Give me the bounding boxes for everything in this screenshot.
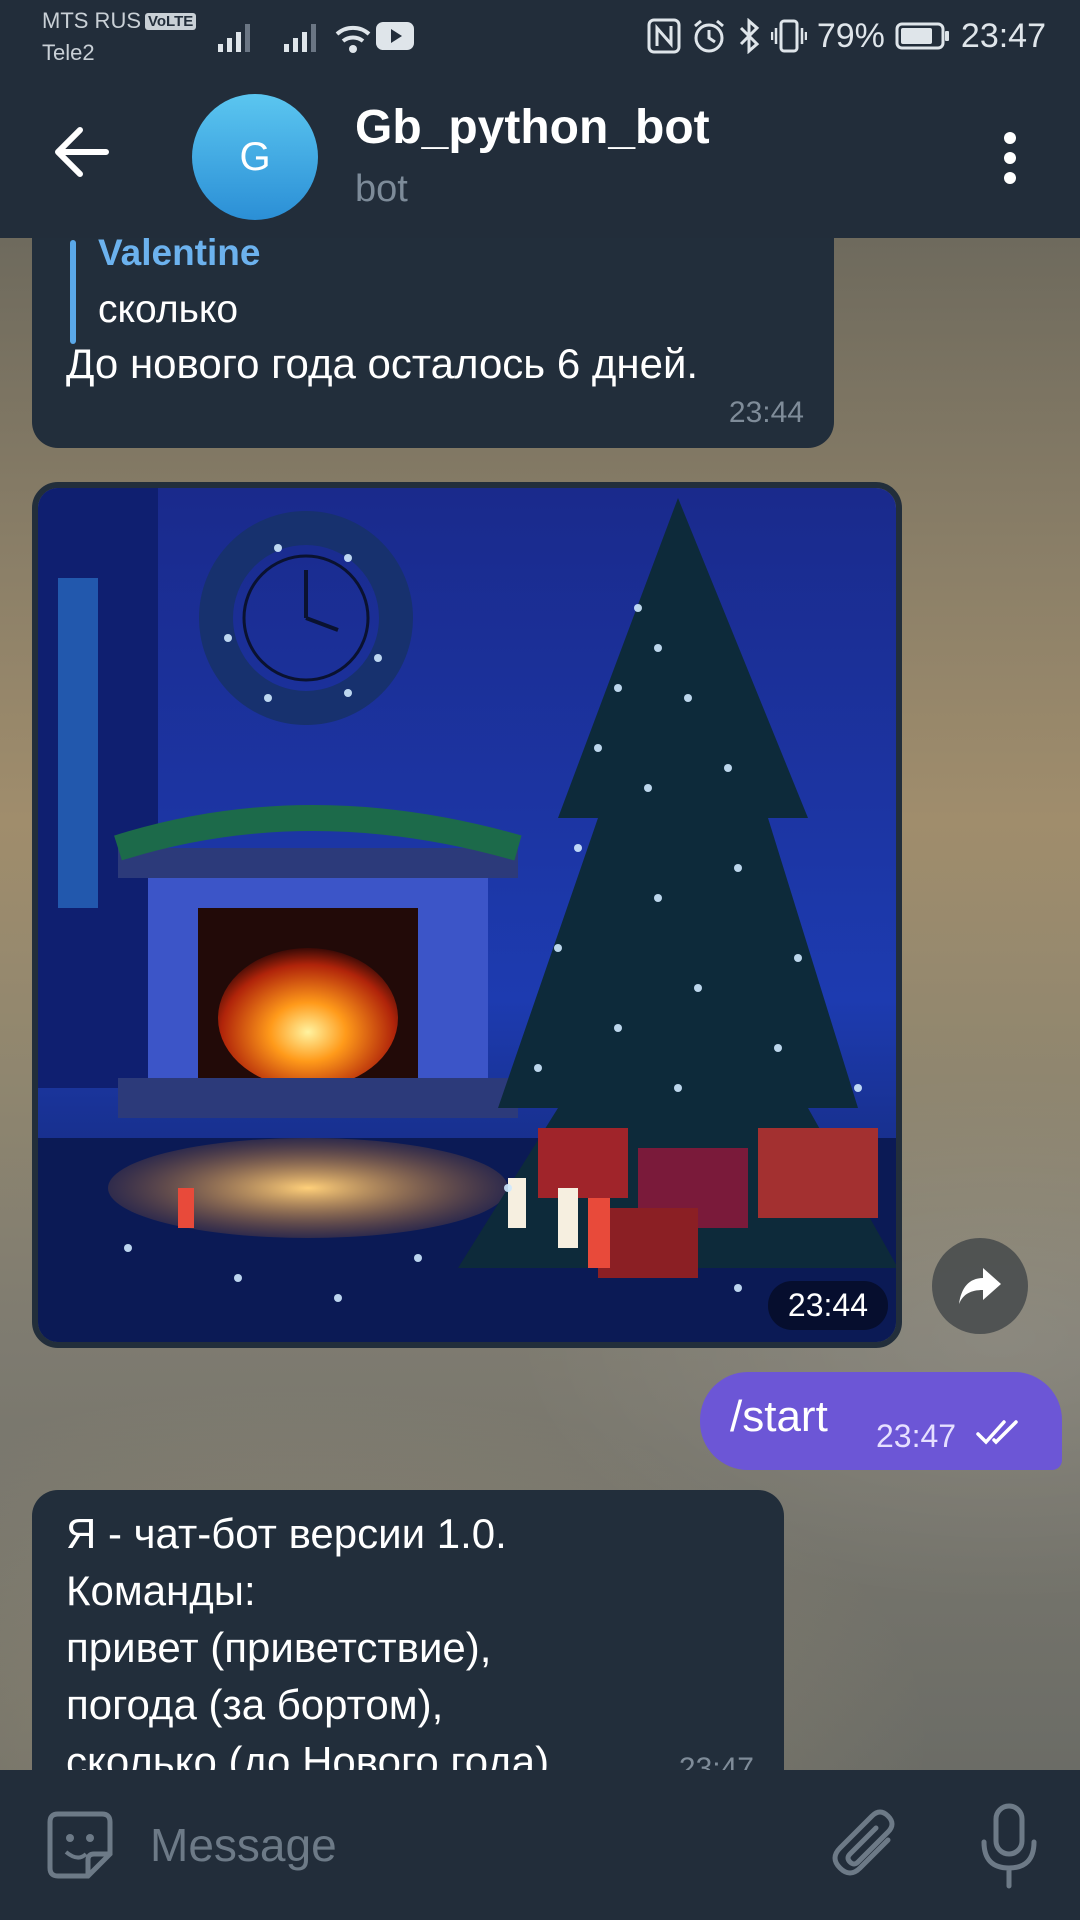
back-arrow-icon[interactable]: [52, 122, 112, 182]
attach-paperclip-icon[interactable]: [828, 1806, 904, 1886]
battery-percent: 79%: [816, 16, 885, 55]
quote-text: сколько: [98, 288, 239, 331]
outgoing-text: /start: [730, 1392, 828, 1441]
help-line-1: Я - чат-бот версии 1.0.: [66, 1510, 507, 1557]
vibrate-icon: [770, 19, 807, 53]
outgoing-time: 23:47: [876, 1418, 957, 1454]
share-button[interactable]: [932, 1238, 1028, 1334]
signal-strength-2-icon: [284, 24, 316, 52]
status-right: 79% 23:47: [647, 14, 1046, 58]
share-arrow-icon: [959, 1268, 1001, 1304]
status-bar: MTS RUS VoLTE Tele2 79% 23:47: [0, 0, 1080, 70]
alarm-icon: [693, 19, 724, 53]
incoming-message-reply[interactable]: Valentine сколько До нового года осталос…: [32, 238, 834, 448]
photo-message[interactable]: 23:44: [32, 482, 902, 1348]
quote-author[interactable]: Valentine: [98, 238, 260, 274]
help-time: 23:47: [678, 1752, 754, 1770]
chat-title[interactable]: Gb_python_bot: [355, 100, 710, 155]
chat-area[interactable]: Valentine сколько До нового года осталос…: [0, 238, 1080, 1770]
christmas-fireplace-photo: [38, 488, 896, 1342]
carrier-primary: MTS RUS VoLTE: [42, 8, 197, 34]
message-text: До нового года осталось 6 дней.: [66, 340, 699, 387]
help-line-5: сколько (до Нового года).: [66, 1738, 561, 1770]
bluetooth-icon: [739, 18, 760, 54]
carrier-primary-name: MTS RUS: [42, 8, 141, 33]
chat-subtitle: bot: [355, 168, 408, 210]
more-menu-icon[interactable]: [990, 128, 1030, 188]
quote-accent-bar: [70, 240, 76, 344]
sticker-emoji-icon[interactable]: [42, 1808, 118, 1884]
photo-time: 23:44: [767, 1281, 888, 1330]
message-composer: [0, 1770, 1080, 1920]
outgoing-message[interactable]: /start 23:47: [700, 1372, 1062, 1470]
youtube-icon: [376, 22, 414, 50]
signal-strength-icon: [218, 24, 250, 52]
help-line-4: погода (за бортом),: [66, 1681, 444, 1728]
chat-header: G Gb_python_bot bot: [0, 70, 1080, 238]
carrier-secondary: Tele2: [42, 40, 95, 65]
help-line-3: привет (приветствие),: [66, 1624, 492, 1671]
clock: 23:47: [960, 16, 1046, 55]
message-input[interactable]: [150, 1812, 790, 1878]
microphone-icon[interactable]: [978, 1802, 1040, 1890]
volte-badge: VoLTE: [145, 13, 197, 30]
nfc-icon: [647, 18, 681, 54]
double-check-icon: [976, 1420, 1018, 1445]
help-line-2: Команды:: [66, 1567, 256, 1614]
incoming-message-help[interactable]: Я - чат-бот версии 1.0. Команды: привет …: [32, 1490, 784, 1770]
wifi-icon: [335, 25, 371, 53]
battery-icon: [895, 22, 949, 50]
avatar[interactable]: G: [192, 94, 318, 220]
message-time: 23:44: [728, 396, 804, 429]
